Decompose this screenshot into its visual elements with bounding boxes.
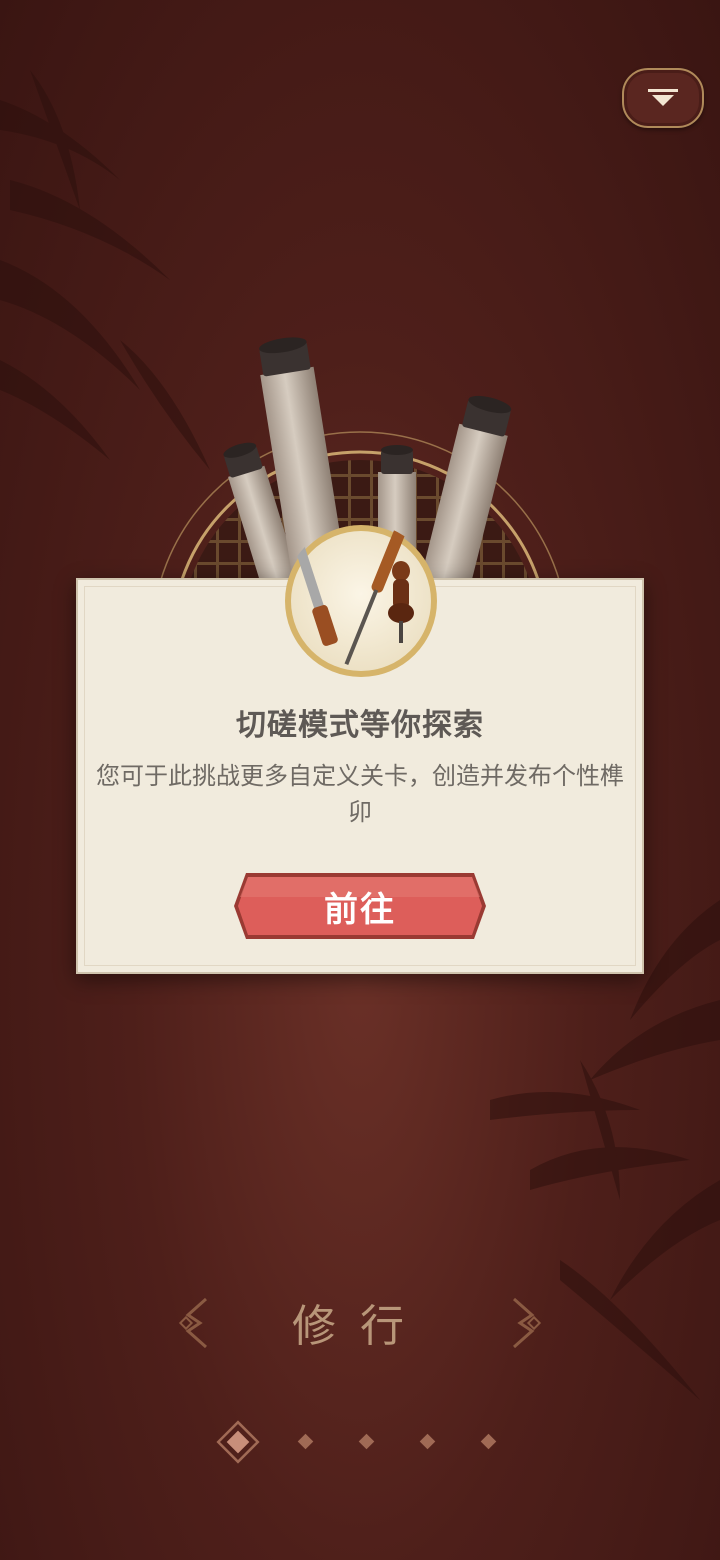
page-dot-active[interactable] xyxy=(216,1420,260,1464)
dialog-title: 切磋模式等你探索 xyxy=(236,708,484,743)
page-indicator xyxy=(216,1420,497,1464)
lattice-ornament-icon xyxy=(178,1297,207,1349)
lattice-ornament-icon xyxy=(513,1297,542,1349)
section-title: 修行 xyxy=(292,1301,428,1352)
page-dot[interactable] xyxy=(297,1433,314,1450)
dialog-description: 您可于此挑战更多自定义关卡，创造并发布个性榫卯 xyxy=(96,762,624,826)
carving-tools-icon xyxy=(285,525,437,677)
go-button-label: 前往 xyxy=(324,889,396,930)
page-dot[interactable] xyxy=(358,1433,375,1450)
page-dot[interactable] xyxy=(480,1433,497,1450)
page-dot[interactable] xyxy=(419,1433,436,1450)
go-button[interactable]: 前往 xyxy=(232,871,488,941)
